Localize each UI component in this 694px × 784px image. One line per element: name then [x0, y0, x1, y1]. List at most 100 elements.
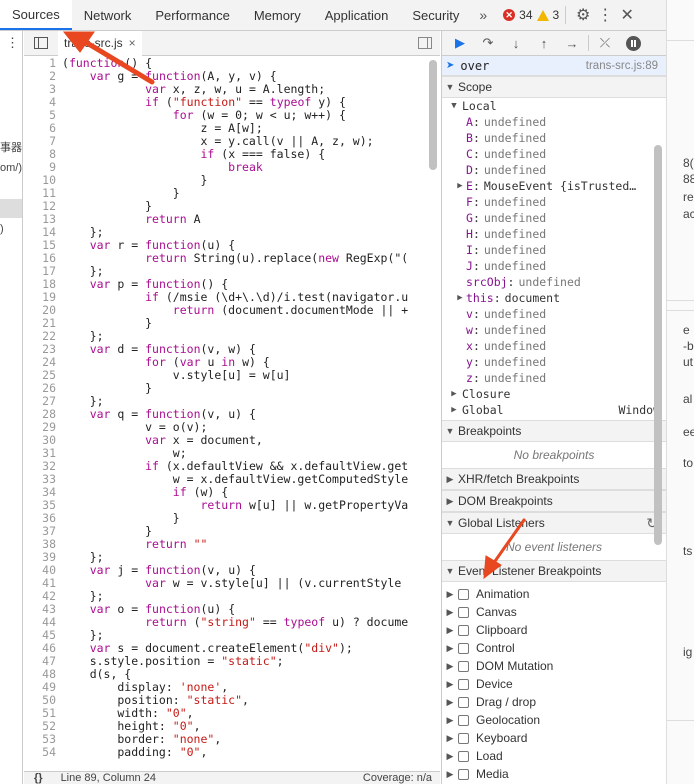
step-out-icon[interactable]: ↑ — [532, 33, 556, 53]
scope-variable[interactable]: I: undefined — [442, 242, 666, 258]
line-number[interactable]: 5 — [24, 109, 62, 122]
line-number[interactable]: 4 — [24, 96, 62, 109]
navigator-toggle-icon[interactable]: ⋮ — [6, 35, 19, 51]
collapsed-triangle-icon: ▶ — [451, 389, 457, 399]
event-category-checkbox[interactable] — [458, 768, 469, 780]
event-category-item[interactable]: ▶ Media — [442, 765, 666, 783]
toggle-debugger-icon[interactable] — [418, 37, 432, 49]
breakpoints-section-header[interactable]: ▼ Breakpoints — [442, 420, 666, 442]
tab-sources[interactable]: Sources — [0, 0, 72, 30]
event-category-checkbox[interactable] — [458, 714, 469, 726]
kebab-icon[interactable]: ⋮ — [594, 0, 616, 30]
line-number[interactable]: 3 — [24, 83, 62, 96]
expanded-triangle-icon: ▼ — [445, 566, 455, 576]
scope-variable[interactable]: ▶ this: document — [442, 290, 666, 306]
event-category-checkbox[interactable] — [458, 624, 469, 636]
global-scope-header[interactable]: ▶ Global Window — [442, 402, 666, 418]
tab-memory[interactable]: Memory — [242, 0, 313, 30]
line-number[interactable]: 1 — [24, 57, 62, 70]
event-category-item[interactable]: ▶ Load — [442, 747, 666, 765]
pause-on-exceptions-icon[interactable] — [621, 33, 645, 53]
event-category-item[interactable]: ▶ Keyboard — [442, 729, 666, 747]
variable-name: z — [466, 371, 473, 385]
event-category-checkbox[interactable] — [458, 660, 469, 672]
event-category-item[interactable]: ▶ Clipboard — [442, 621, 666, 639]
scope-variable[interactable]: G: undefined — [442, 210, 666, 226]
line-number[interactable]: 2 — [24, 70, 62, 83]
variable-value: undefined — [483, 339, 547, 353]
global-listeners-header[interactable]: ▼ Global Listeners ↻ — [442, 512, 666, 534]
call-frame-row[interactable]: ➤ over trans-src.js:89 — [442, 56, 666, 76]
event-category-item[interactable]: ▶ Control — [442, 639, 666, 657]
event-category-checkbox[interactable] — [458, 696, 469, 708]
scope-variable[interactable]: H: undefined — [442, 226, 666, 242]
scope-variable[interactable]: x: undefined — [442, 338, 666, 354]
line-number[interactable]: 8 — [24, 148, 62, 161]
event-category-checkbox[interactable] — [458, 642, 469, 654]
event-category-checkbox[interactable] — [458, 678, 469, 690]
event-category-item[interactable]: ▶ Animation — [442, 585, 666, 603]
editor-scrollbar[interactable] — [429, 60, 437, 170]
event-category-item[interactable]: ▶ Geolocation — [442, 711, 666, 729]
code-editor[interactable]: 1 (function() {2 var g = function(A, y, v… — [24, 57, 440, 771]
local-scope-header[interactable]: ▼ Local — [442, 98, 666, 114]
scope-variable[interactable]: w: undefined — [442, 322, 666, 338]
resume-icon[interactable]: ▶︎ — [448, 33, 472, 53]
step-into-icon[interactable]: ↓ — [504, 33, 528, 53]
close-tab-icon[interactable]: × — [129, 36, 136, 50]
scope-variable[interactable]: y: undefined — [442, 354, 666, 370]
page-text-fragment: ac — [683, 207, 694, 221]
closure-scope-header[interactable]: ▶ Closure — [442, 386, 666, 402]
scope-variable[interactable]: ▶ E: MouseEvent {isTrusted… — [442, 178, 666, 194]
step-over-icon[interactable]: ↷ — [476, 33, 500, 53]
line-number[interactable]: 7 — [24, 135, 62, 148]
scope-variable[interactable]: C: undefined — [442, 146, 666, 162]
deactivate-breakpoints-icon[interactable]: ⤫ — [593, 33, 617, 53]
scope-variable[interactable]: v: undefined — [442, 306, 666, 322]
tab-application[interactable]: Application — [313, 0, 401, 30]
step-icon[interactable]: → — [560, 33, 584, 53]
scope-variable[interactable]: srcObj: undefined — [442, 274, 666, 290]
close-devtools-button[interactable]: ✕ — [616, 0, 638, 30]
event-category-checkbox[interactable] — [458, 606, 469, 618]
scope-variable[interactable]: F: undefined — [442, 194, 666, 210]
scope-variable[interactable]: B: undefined — [442, 130, 666, 146]
tab-network[interactable]: Network — [72, 0, 144, 30]
colon: : — [472, 323, 480, 337]
file-tab[interactable]: trans-src.js × — [58, 30, 142, 56]
variable-value: undefined — [483, 243, 547, 257]
event-listener-label: Event Listener Breakpoints — [458, 564, 602, 578]
scope-variable[interactable]: J: undefined — [442, 258, 666, 274]
scope-variable[interactable]: A: undefined — [442, 114, 666, 130]
tab-performance[interactable]: Performance — [143, 0, 241, 30]
event-listener-breakpoints-header[interactable]: ▼ Event Listener Breakpoints — [442, 560, 666, 582]
toggle-navigator-icon[interactable] — [34, 37, 48, 49]
navigator-selected-item[interactable] — [0, 199, 22, 218]
line-number[interactable]: 6 — [24, 122, 62, 135]
call-frame-name: over — [460, 58, 490, 73]
scope-variable[interactable]: D: undefined — [442, 162, 666, 178]
tab-security[interactable]: Security — [400, 0, 471, 30]
event-category-item[interactable]: ▶ Canvas — [442, 603, 666, 621]
xhr-breakpoints-header[interactable]: ▶ XHR/fetch Breakpoints — [442, 468, 666, 490]
code-line[interactable]: 54 padding: "0", — [24, 746, 440, 759]
issue-counters[interactable]: ✕ 34 3 — [503, 0, 559, 30]
scope-variable[interactable]: z: undefined — [442, 370, 666, 386]
line-number[interactable]: 54 — [24, 746, 62, 759]
event-category-item[interactable]: ▶ DOM Mutation — [442, 657, 666, 675]
xhr-label: XHR/fetch Breakpoints — [458, 472, 580, 486]
gear-icon[interactable]: ⚙ — [572, 0, 594, 30]
scope-label: Scope — [458, 80, 493, 94]
event-category-checkbox[interactable] — [458, 588, 469, 600]
debugger-scrollbar[interactable] — [654, 145, 662, 545]
scope-section-header[interactable]: ▼ Scope — [442, 76, 666, 98]
event-category-checkbox[interactable] — [458, 750, 469, 762]
more-tabs-button[interactable]: » — [471, 0, 495, 30]
event-category-item[interactable]: ▶ Drag / drop — [442, 693, 666, 711]
event-category-item[interactable]: ▶ Device — [442, 675, 666, 693]
event-category-checkbox[interactable] — [458, 732, 469, 744]
call-frame-location[interactable]: trans-src.js:89 — [586, 60, 658, 72]
pretty-print-button[interactable]: {} — [34, 772, 43, 784]
collapsed-triangle-icon: ▶ — [446, 473, 454, 484]
dom-breakpoints-header[interactable]: ▶ DOM Breakpoints — [442, 490, 666, 512]
